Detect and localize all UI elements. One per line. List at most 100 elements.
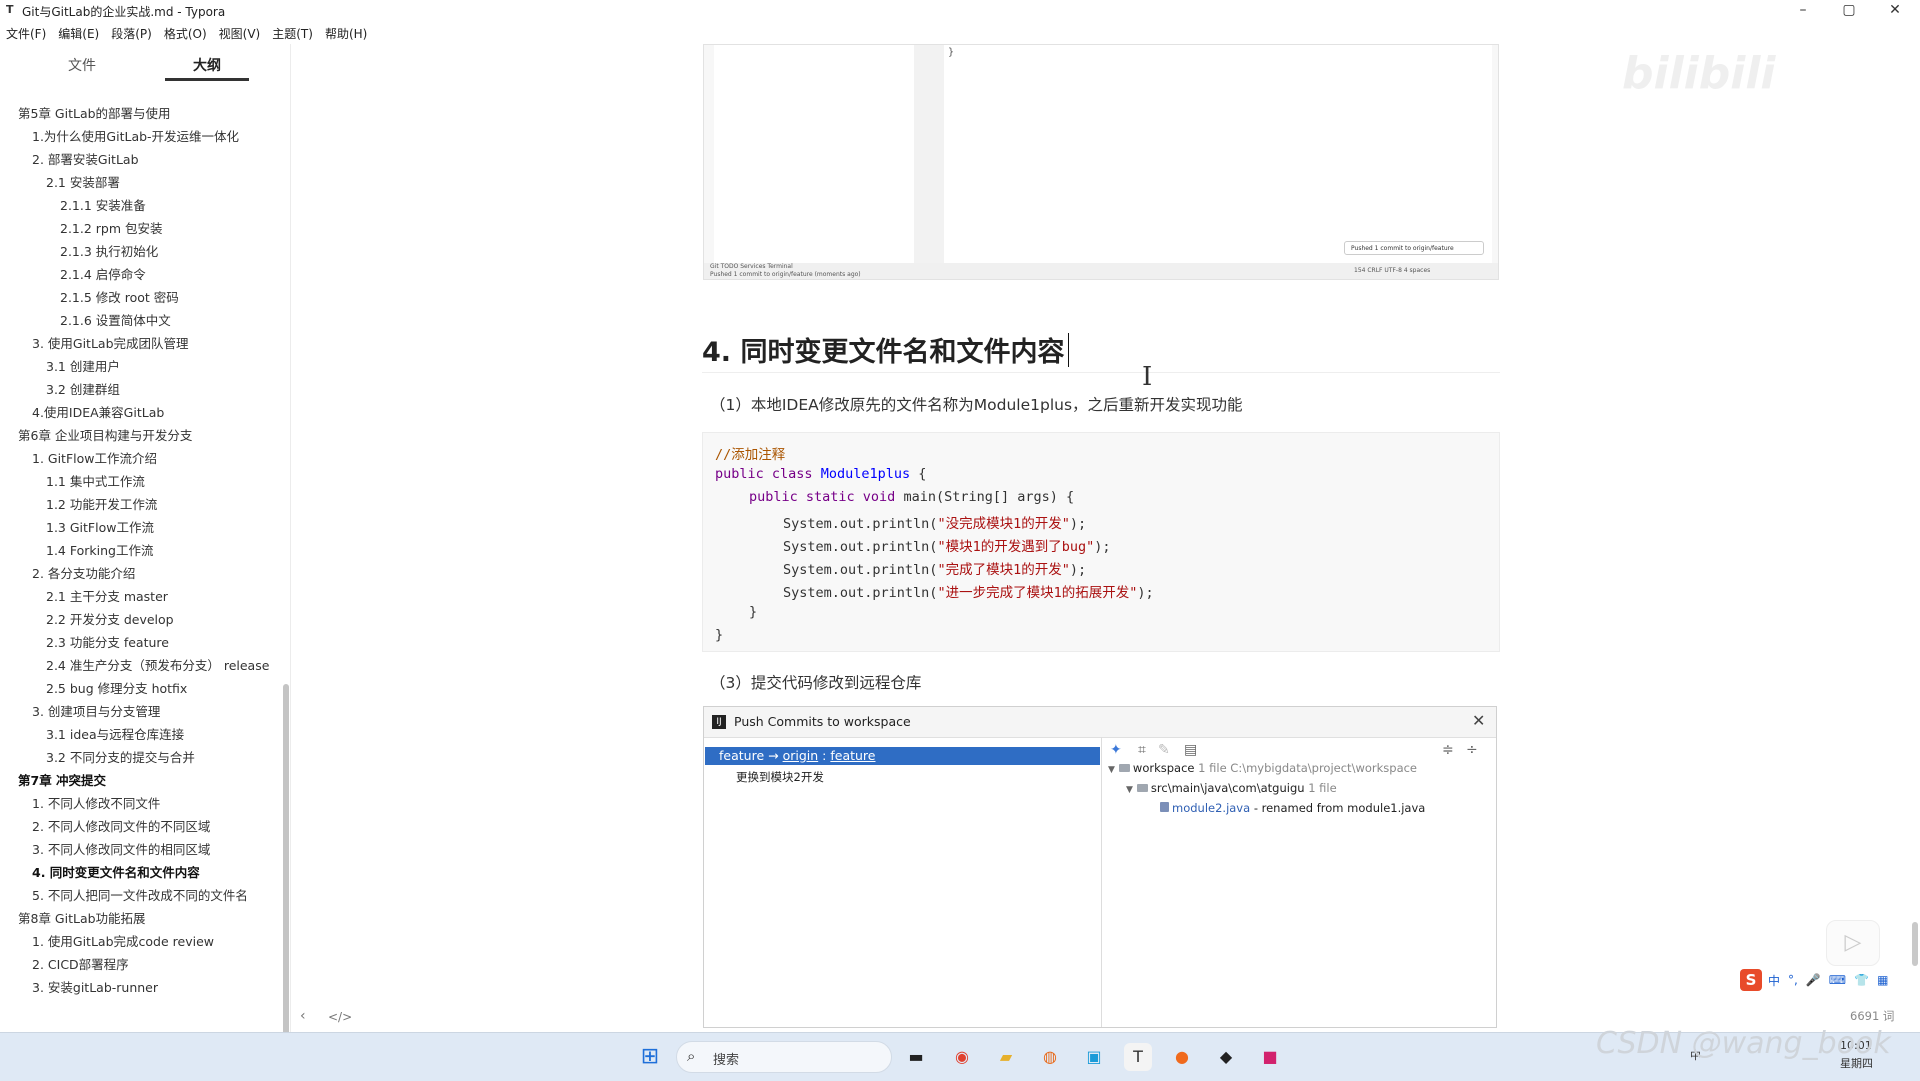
outline-item[interactable]: 1.1 集中式工作流: [0, 470, 275, 493]
word-count[interactable]: 6691 词: [1850, 1008, 1894, 1024]
outline-item[interactable]: 2.1 安装部署: [0, 171, 275, 194]
text-caret: [1068, 333, 1069, 367]
outline-item[interactable]: 2.1.1 安装准备: [0, 194, 275, 217]
ime-skin-icon[interactable]: 👕: [1854, 973, 1869, 987]
maximize-button[interactable]: ▢: [1826, 0, 1872, 22]
outline-item[interactable]: 2.1.6 设置简体中文: [0, 309, 275, 332]
tab-outline[interactable]: 大纲: [165, 54, 249, 81]
tab-files[interactable]: 文件: [40, 54, 124, 78]
pin-icon[interactable]: ✦: [1110, 742, 1122, 758]
taskbar-search[interactable]: ⌕ 搜索: [676, 1041, 892, 1073]
outline-item[interactable]: 3.2 创建群组: [0, 378, 275, 401]
source-code-icon[interactable]: </>: [328, 1010, 352, 1024]
outline-item[interactable]: 1. 不同人修改不同文件: [0, 792, 275, 815]
ide-brace: }: [948, 47, 955, 58]
menu-edit[interactable]: 编辑(E): [52, 24, 105, 44]
outline-item[interactable]: 第6章 企业项目构建与开发分支: [0, 424, 275, 447]
close-window-button[interactable]: ✕: [1872, 0, 1918, 22]
commit-message[interactable]: 更换到模块2开发: [736, 769, 824, 785]
outline-item[interactable]: 第8章 GitLab功能拓展: [0, 907, 275, 930]
outline-item[interactable]: 3. 创建项目与分支管理: [0, 700, 275, 723]
menu-view[interactable]: 视图(V): [213, 24, 267, 44]
back-arrow-icon[interactable]: ‹: [300, 1008, 306, 1024]
step-1-paragraph[interactable]: （1）本地IDEA修改原先的文件名称为Module1plus，之后重新开发实现功…: [710, 393, 1243, 415]
outline-item[interactable]: 2. CICD部署程序: [0, 953, 275, 976]
show-diff-icon[interactable]: ▤: [1184, 742, 1197, 758]
tree-package[interactable]: ▼ src\main\java\com\atguigu 1 file: [1126, 781, 1337, 795]
play-icon[interactable]: ▷: [1826, 920, 1880, 966]
outline-item[interactable]: 2. 不同人修改同文件的不同区域: [0, 815, 275, 838]
ime-keyboard-icon[interactable]: ⌨: [1829, 973, 1846, 987]
outline-item[interactable]: 2. 部署安装GitLab: [0, 148, 275, 171]
outline-item[interactable]: 1.为什么使用GitLab-开发运维一体化: [0, 125, 275, 148]
section-heading[interactable]: 4. 同时变更文件名和文件内容: [702, 330, 1064, 369]
outline-item[interactable]: 2.1.5 修改 root 密码: [0, 286, 275, 309]
outline-item[interactable]: 3.1 idea与远程仓库连接: [0, 723, 275, 746]
outline-item[interactable]: 2.5 bug 修理分支 hotfix: [0, 677, 275, 700]
outline-item[interactable]: 1.4 Forking工作流: [0, 539, 275, 562]
outline-item[interactable]: 3.2 不同分支的提交与合并: [0, 746, 275, 769]
search-app-icon[interactable]: ◍: [1036, 1043, 1064, 1071]
expand-all-icon[interactable]: ≑: [1442, 742, 1454, 758]
outline-item[interactable]: 第5章 GitLab的部署与使用: [0, 102, 275, 125]
firefox-icon[interactable]: ●: [1168, 1043, 1196, 1071]
outline-item[interactable]: 2.1 主干分支 master: [0, 585, 275, 608]
menu-paragraph[interactable]: 段落(P): [105, 24, 158, 44]
outline-item[interactable]: 1.2 功能开发工作流: [0, 493, 275, 516]
sogou-ime-icon[interactable]: S: [1740, 969, 1762, 991]
chrome-icon[interactable]: ◉: [948, 1043, 976, 1071]
collapse-all-icon[interactable]: ÷: [1466, 742, 1478, 758]
outline-item[interactable]: 2.4 准生产分支（预发布分支） release: [0, 654, 275, 677]
outline-item[interactable]: 3. 使用GitLab完成团队管理: [0, 332, 275, 355]
tree-file[interactable]: module2.java - renamed from module1.java: [1156, 801, 1425, 815]
step-3-paragraph[interactable]: （3）提交代码修改到远程仓库: [710, 671, 921, 693]
outline-item[interactable]: 5. 不同人把同一文件改成不同的文件名: [0, 884, 275, 907]
remote-desktop-icon[interactable]: ▣: [1080, 1043, 1108, 1071]
menu-format[interactable]: 格式(O): [158, 24, 213, 44]
typora-taskbar-icon[interactable]: T: [1124, 1043, 1152, 1071]
github-desktop-icon[interactable]: ◆: [1212, 1043, 1240, 1071]
close-icon[interactable]: ✕: [1472, 711, 1485, 730]
outline-item[interactable]: 4. 同时变更文件名和文件内容: [0, 861, 275, 884]
task-view-icon[interactable]: ▬: [902, 1043, 930, 1071]
outline-item[interactable]: 3. 安装gitLab-runner: [0, 976, 275, 999]
outline-item[interactable]: 1. 使用GitLab完成code review: [0, 930, 275, 953]
minimize-button[interactable]: –: [1780, 0, 1826, 22]
edit-icon[interactable]: ✎: [1158, 742, 1170, 758]
sidebar-scrollbar[interactable]: [283, 684, 289, 1074]
outline-item[interactable]: 1.3 GitFlow工作流: [0, 516, 275, 539]
outline-item[interactable]: 2.1.2 rpm 包安装: [0, 217, 275, 240]
ime-voice-icon[interactable]: 🎤: [1806, 973, 1821, 987]
tree-workspace[interactable]: ▼ workspace 1 file C:\mybigdata\project\w…: [1108, 761, 1417, 775]
file-explorer-icon[interactable]: ▰: [992, 1043, 1020, 1071]
intellij-taskbar-icon[interactable]: ■: [1256, 1043, 1284, 1071]
windows-start-icon[interactable]: ⊞: [636, 1043, 664, 1071]
code-block[interactable]: //添加注释 public class Module1plus { public…: [702, 432, 1500, 652]
menu-help[interactable]: 帮助(H): [319, 24, 373, 44]
branch-row-selected[interactable]: feature → origin : feature: [705, 747, 1100, 765]
outline-item[interactable]: 2.3 功能分支 feature: [0, 631, 275, 654]
code-line-println-2: System.out.println("模块1的开发遇到了bug");: [783, 535, 1110, 555]
title-bar: T Git与GitLab的企业实战.md - Typora – ▢ ✕: [0, 0, 1920, 22]
menu-file[interactable]: 文件(F): [0, 24, 52, 44]
expand-triangle-icon[interactable]: ▼: [1108, 765, 1115, 775]
outline-item[interactable]: 2.2 开发分支 develop: [0, 608, 275, 631]
expand-triangle-icon[interactable]: ▼: [1126, 785, 1133, 795]
ime-menu-icon[interactable]: ▦: [1877, 973, 1888, 987]
ime-punctuation[interactable]: °,: [1788, 973, 1798, 987]
outline-item[interactable]: 4.使用IDEA兼容GitLab: [0, 401, 275, 424]
code-string: "没完成模块1的开发": [937, 516, 1070, 532]
outline-item[interactable]: 第7章 冲突提交: [0, 769, 275, 792]
outline-item[interactable]: 2.1.3 执行初始化: [0, 240, 275, 263]
remote-link[interactable]: origin: [783, 748, 819, 763]
outline-item[interactable]: 3.1 创建用户: [0, 355, 275, 378]
menu-theme[interactable]: 主题(T): [266, 24, 319, 44]
outline-item[interactable]: 1. GitFlow工作流介绍: [0, 447, 275, 470]
outline-item[interactable]: 2.1.4 启停命令: [0, 263, 275, 286]
outline-item[interactable]: 3. 不同人修改同文件的相同区域: [0, 838, 275, 861]
group-icon[interactable]: ⌗: [1138, 742, 1146, 758]
content-scrollbar[interactable]: [1912, 922, 1918, 966]
outline-item[interactable]: 2. 各分支功能介绍: [0, 562, 275, 585]
remote-branch-link[interactable]: feature: [830, 748, 875, 763]
ime-mode[interactable]: 中: [1768, 972, 1780, 989]
